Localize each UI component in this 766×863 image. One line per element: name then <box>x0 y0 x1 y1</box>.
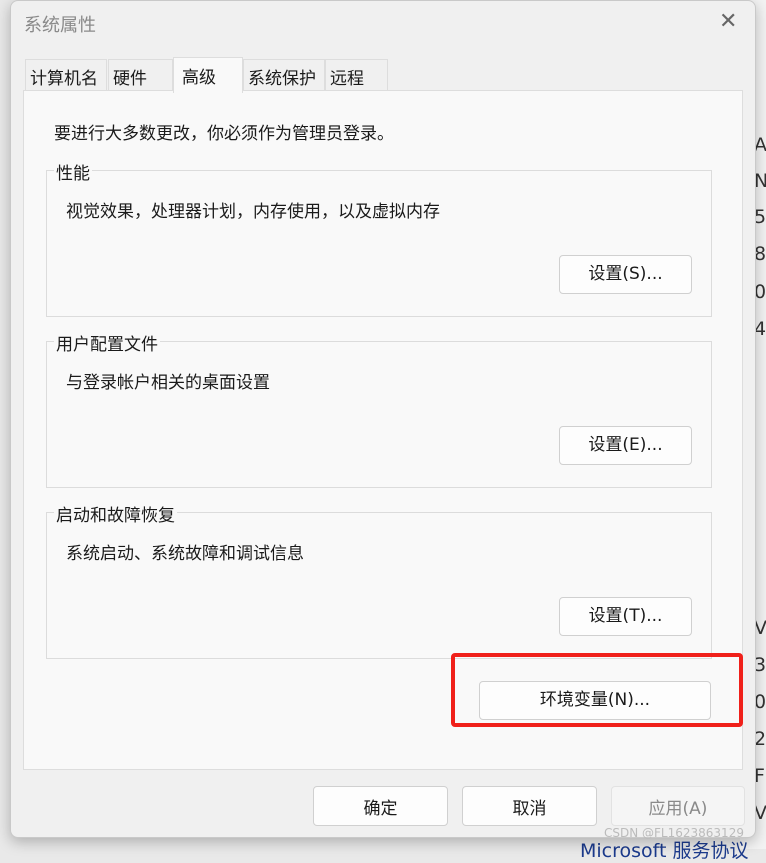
apply-button[interactable]: 应用(A) <box>611 786 745 826</box>
highlight-box <box>451 653 743 727</box>
tab-remote[interactable]: 远程 <box>325 59 388 91</box>
tab-system-protection[interactable]: 系统保护 <box>243 59 325 91</box>
tab-advanced[interactable]: 高级 <box>173 57 243 93</box>
group-description: 与登录帐户相关的桌面设置 <box>66 373 270 393</box>
startup-recovery-settings-button[interactable]: 设置(T)... <box>559 597 692 636</box>
cancel-button[interactable]: 取消 <box>462 786 597 826</box>
user-profiles-group: 用户配置文件 与登录帐户相关的桌面设置 设置(E)... <box>46 330 712 488</box>
background-link: Microsoft 服务协议 <box>580 840 749 862</box>
user-profiles-settings-button[interactable]: 设置(E)... <box>559 426 692 465</box>
tab-computer-name[interactable]: 计算机名 <box>25 59 107 91</box>
performance-group: 性能 视觉效果，处理器计划，内存使用，以及虚拟内存 设置(S)... <box>46 159 712 317</box>
system-properties-dialog: 系统属性 ✕ 计算机名 硬件 高级 系统保护 远程 要进行大多数更改，你必须作为… <box>10 0 756 838</box>
performance-settings-button[interactable]: 设置(S)... <box>559 255 692 294</box>
startup-recovery-group: 启动和故障恢复 系统启动、系统故障和调试信息 设置(T)... <box>46 501 712 659</box>
ok-button[interactable]: 确定 <box>313 786 448 826</box>
close-icon[interactable]: ✕ <box>719 9 737 34</box>
watermark: CSDN @FL1623863129 <box>604 826 744 840</box>
group-label: 用户配置文件 <box>54 330 160 355</box>
group-label: 性能 <box>54 159 92 184</box>
group-label: 启动和故障恢复 <box>54 501 177 526</box>
group-description: 系统启动、系统故障和调试信息 <box>66 544 304 564</box>
group-description: 视觉效果，处理器计划，内存使用，以及虚拟内存 <box>66 202 440 222</box>
tab-hardware[interactable]: 硬件 <box>108 59 173 91</box>
admin-note: 要进行大多数更改，你必须作为管理员登录。 <box>54 124 394 144</box>
window-title: 系统属性 <box>24 15 96 36</box>
